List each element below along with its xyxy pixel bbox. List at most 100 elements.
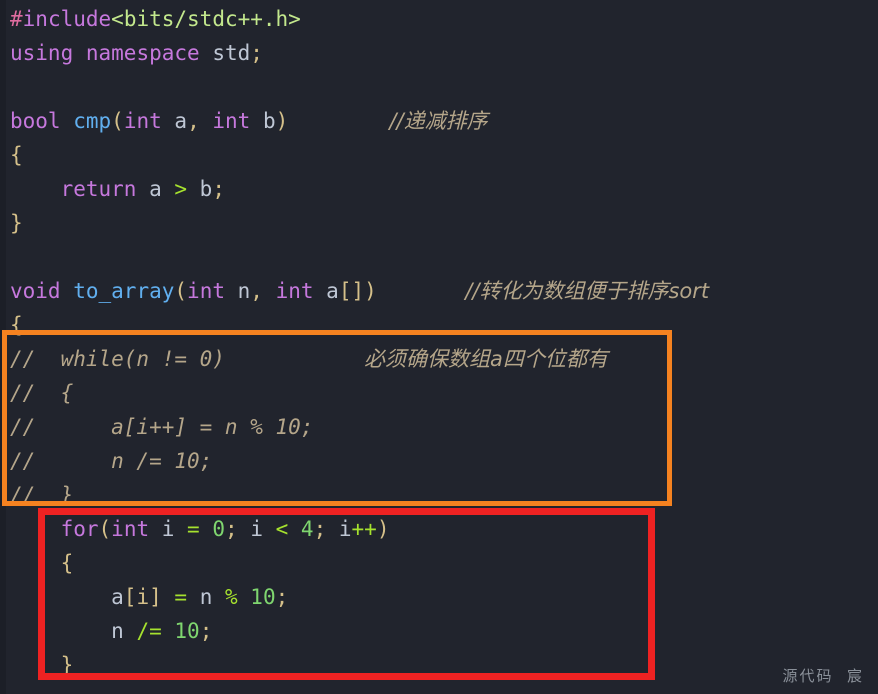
code-token: i (149, 517, 188, 541)
code-line[interactable] (0, 70, 878, 104)
code-line[interactable]: for(int i = 0; i < 4; i++) (0, 512, 878, 546)
code-token: ; (250, 41, 263, 65)
code-token: include (22, 7, 112, 31)
code-token: int (187, 279, 225, 303)
code-line[interactable]: } (0, 206, 878, 240)
code-token: ++ (351, 517, 377, 541)
code-token: / (136, 619, 150, 643)
code-token: ) (275, 109, 289, 133)
code-editor[interactable]: #include<bits/stdc++.h> using namespace s… (0, 0, 878, 694)
code-line[interactable]: #include<bits/stdc++.h> (0, 2, 878, 36)
code-line[interactable]: { (0, 546, 878, 580)
code-line[interactable]: { (0, 138, 878, 172)
code-token: //转化为数组便于排序sort (465, 279, 710, 303)
code-token: = (187, 517, 200, 541)
code-token: , (187, 109, 200, 133)
code-token: ( (98, 517, 112, 541)
code-token: ) (364, 279, 377, 303)
code-token: } (10, 211, 23, 235)
watermark-label: 源代码 宸 (782, 667, 864, 685)
code-token: > (174, 177, 188, 201)
code-token: //递减排序 (389, 109, 488, 133)
code-token: = (174, 585, 188, 609)
code-token: using (10, 41, 74, 65)
code-line[interactable]: return a > b; (0, 172, 878, 206)
code-token: // a[i++] = n % 10; (10, 415, 314, 439)
code-token: a (313, 279, 339, 303)
code-token: int (123, 109, 162, 133)
code-token: // } (10, 483, 74, 507)
code-token: i (237, 517, 276, 541)
code-token: % (224, 585, 238, 609)
code-token: 10 (174, 619, 200, 643)
code-token: a (136, 177, 175, 201)
code-token: b (187, 177, 213, 201)
code-token: ; (212, 177, 225, 201)
code-line[interactable]: bool cmp(int a, int b) //递减排序 (0, 104, 878, 138)
code-token: ; (313, 517, 327, 541)
code-token: ; (199, 619, 213, 643)
code-token: = (149, 619, 175, 643)
code-token: 10 (250, 585, 276, 609)
code-token: // n /= 10; (10, 449, 213, 473)
code-line[interactable]: // { (0, 376, 878, 410)
code-line[interactable] (0, 240, 878, 274)
code-content[interactable]: #include<bits/stdc++.h> using namespace s… (0, 0, 878, 682)
code-token: bool (10, 109, 61, 133)
code-token: < (275, 517, 289, 541)
code-line[interactable]: // } (0, 478, 878, 512)
code-token: namespace (85, 41, 200, 65)
code-token: int (275, 279, 314, 303)
code-token: for (60, 517, 99, 541)
code-token: n (224, 279, 251, 303)
code-token: 0 (212, 517, 226, 541)
code-line[interactable]: { (0, 308, 878, 342)
code-line[interactable]: // while(n != 0) 必须确保数组a四个位都有 (0, 342, 878, 376)
code-token: // while(n != 0) (10, 347, 365, 371)
code-line[interactable]: a[i] = n % 10; (0, 580, 878, 614)
code-token: a (161, 109, 188, 133)
code-token: return (60, 177, 137, 201)
code-line[interactable]: } (0, 648, 878, 682)
code-token: ; (225, 517, 238, 541)
code-token: int (111, 517, 150, 541)
code-token: b (250, 109, 276, 133)
code-token: to_array (73, 279, 175, 303)
code-line[interactable]: // n /= 10; (0, 444, 878, 478)
code-line[interactable]: using namespace std; (0, 36, 878, 70)
code-token: i (326, 517, 352, 541)
code-token: // { (10, 381, 74, 405)
code-token: 必须确保数组a四个位都有 (364, 347, 608, 371)
code-token: int (212, 109, 251, 133)
code-token: ( (174, 279, 188, 303)
code-token: # (10, 7, 23, 31)
code-line[interactable]: void to_array(int n, int a[]) //转化为数组便于排… (0, 274, 878, 308)
code-token: [] (338, 279, 365, 303)
code-token: , (250, 279, 263, 303)
code-token: ; (275, 585, 289, 609)
code-token: void (10, 279, 61, 303)
code-line[interactable]: // a[i++] = n % 10; (0, 410, 878, 444)
code-line[interactable]: n /= 10; (0, 614, 878, 648)
code-token: cmp (73, 109, 112, 133)
code-token: ( (111, 109, 124, 133)
code-token: std (212, 41, 251, 65)
code-token: <bits/stdc++.h> (111, 7, 301, 31)
code-token: n (187, 585, 225, 609)
